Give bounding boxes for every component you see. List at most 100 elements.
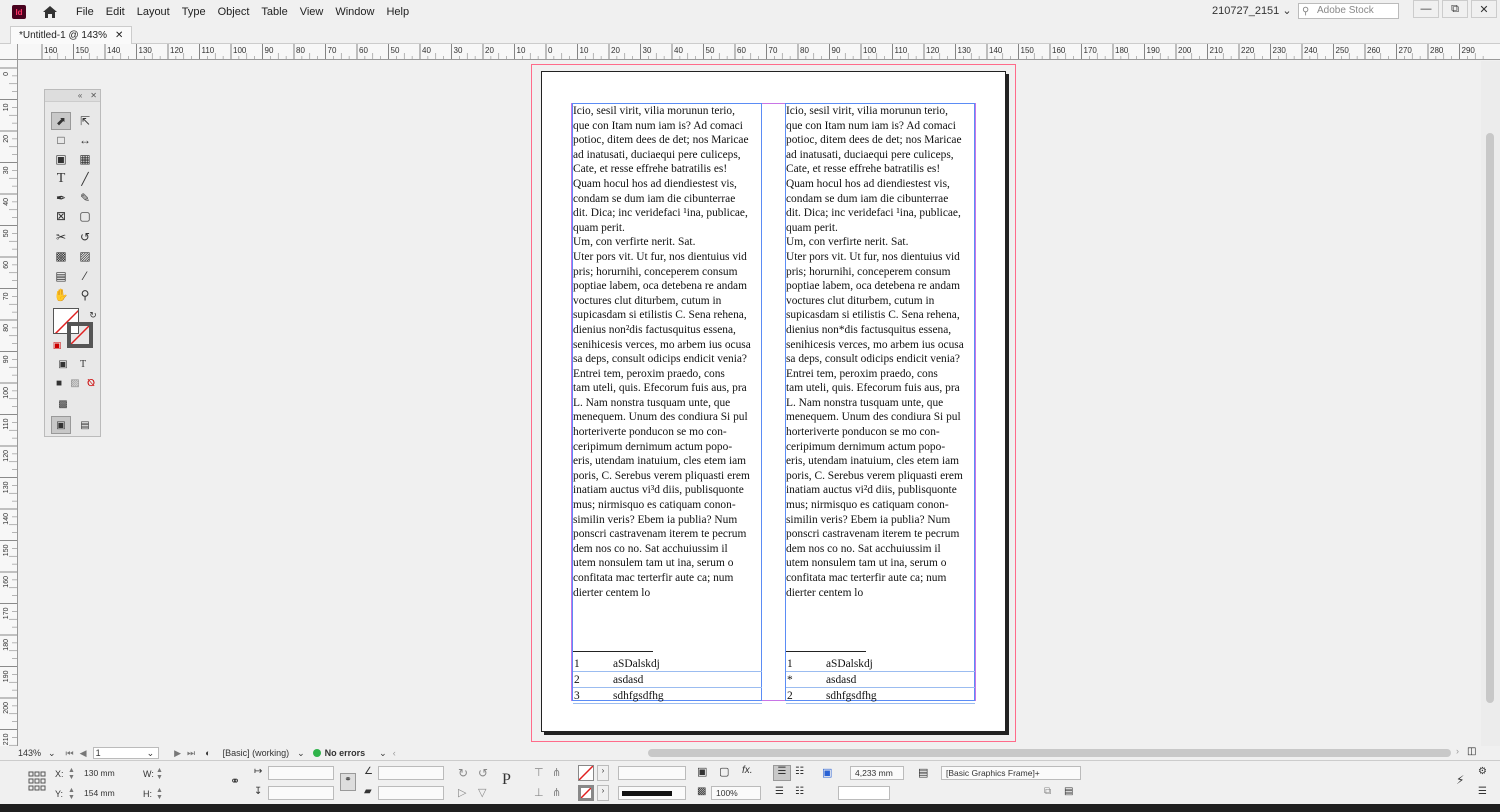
footnote-row[interactable]: 1 aSDalskdj <box>786 656 975 672</box>
gap-size-field[interactable]: 4,233 mm <box>850 766 904 780</box>
align-top-icon[interactable]: ⊤ <box>534 766 544 779</box>
preflight-profile[interactable]: [Basic] (working) <box>223 748 290 758</box>
selection-tool-icon[interactable]: ⬈ <box>51 112 71 130</box>
stroke-weight-field[interactable] <box>618 766 686 780</box>
x-stepper-icon[interactable]: ▲ ▼ <box>68 767 75 781</box>
vertical-ruler[interactable]: 0 10 20 30 40 50 60 70 80 90 100 110 120 130 140 150 160… <box>0 60 18 746</box>
gradient-feather-tool-icon[interactable]: ▨ <box>75 247 95 265</box>
collapse-panel-icon[interactable]: « <box>78 91 82 100</box>
paragraph-p-icon[interactable]: P <box>502 771 511 789</box>
text-frame-left[interactable]: Icio, sesil virit, vilia morunun terio, q… <box>572 103 762 701</box>
stroke-none-icon[interactable] <box>578 785 594 801</box>
frame-fitting-icon[interactable]: ▣ <box>697 765 707 778</box>
minimize-button[interactable]: — <box>1413 0 1439 18</box>
menu-layout[interactable]: Layout <box>137 6 170 18</box>
menu-edit[interactable]: Edit <box>106 6 125 18</box>
home-icon[interactable] <box>40 2 60 22</box>
text-frame-right[interactable]: Icio, sesil virit, vilia morunun terio, q… <box>785 103 975 701</box>
height-field[interactable]: ▲ ▼ <box>156 787 220 801</box>
x-position-field[interactable]: 130 mm <box>80 767 136 781</box>
preflight-profile-dropdown-icon[interactable]: ⌄ <box>297 748 305 759</box>
close-window-button[interactable]: ✕ <box>1471 0 1497 18</box>
menu-view[interactable]: View <box>300 6 324 18</box>
rectangle-frame-tool-icon[interactable]: ⊠ <box>51 207 71 225</box>
drop-shadow-icon[interactable]: ▢ <box>719 765 729 778</box>
ruler-origin[interactable] <box>0 44 18 60</box>
constrain-proportions-icon[interactable]: ⚭ <box>230 774 240 788</box>
formatting-text-icon[interactable]: T <box>73 355 93 373</box>
edit-frame-icon[interactable]: ▤ <box>1064 786 1073 797</box>
workspace-switcher[interactable]: 210727_2151 ⌄ <box>1212 4 1292 17</box>
y-stepper-icon[interactable]: ▲ ▼ <box>68 787 75 801</box>
adobe-stock-search[interactable]: ⚲ Adobe Stock <box>1298 3 1399 19</box>
footnote-row[interactable]: 2 asdasd <box>573 672 762 688</box>
shear-angle-icon[interactable]: ▰ <box>364 786 372 797</box>
document-tab[interactable]: *Untitled-1 @ 143% ✕ <box>10 26 133 44</box>
scale-y-field[interactable] <box>268 786 334 800</box>
rotate-angle-icon[interactable]: ∠ <box>364 766 373 777</box>
vertical-scrollbar[interactable] <box>1481 61 1500 746</box>
hand-tool-icon[interactable]: ✋ <box>51 286 71 304</box>
preflight-icon[interactable]: ◐ <box>205 748 210 758</box>
panel-menu-icon[interactable]: ☰ <box>1478 786 1487 797</box>
horizontal-scroll-thumb[interactable] <box>648 749 1451 757</box>
align-middle-icon[interactable]: ⊥ <box>534 786 544 799</box>
page-tool-icon[interactable]: □ <box>51 131 71 149</box>
panel-options-icon[interactable]: ⚙ <box>1478 766 1487 777</box>
menu-object[interactable]: Object <box>218 6 250 18</box>
clear-overrides-icon[interactable]: ⧉ <box>1044 786 1051 797</box>
scale-x-icon[interactable]: ↦ <box>254 766 262 777</box>
object-style-icon[interactable]: ▤ <box>918 766 928 779</box>
swap-fill-stroke-icon[interactable]: ↻ <box>83 306 103 324</box>
valign-justify-icon[interactable]: ☷ <box>795 786 804 797</box>
horizontal-ruler[interactable]: 160 150 140 130 120 110 100 90 80 70 60 50 40 30 20 10 0… <box>18 44 1500 60</box>
content-placer-icon[interactable]: ▦ <box>75 150 95 168</box>
split-window-icon[interactable]: ◫ <box>1467 746 1476 757</box>
zoom-tool-icon[interactable]: ⚲ <box>75 286 95 304</box>
zoom-dropdown-icon[interactable]: ⌄ <box>48 748 56 759</box>
content-collector-icon[interactable]: ▣ <box>51 150 71 168</box>
menu-help[interactable]: Help <box>386 6 409 18</box>
scroll-right-icon[interactable]: › <box>1456 746 1459 756</box>
reference-point-icon[interactable] <box>28 771 46 791</box>
pen-tool-icon[interactable]: ✒ <box>51 189 71 207</box>
scale-y-icon[interactable]: ↧ <box>254 786 262 797</box>
type-tool-icon[interactable]: T <box>51 170 71 188</box>
footnote-row[interactable]: * asdasd <box>786 672 975 688</box>
rectangle-tool-icon[interactable]: ▢ <box>75 207 95 225</box>
preflight-errors[interactable]: No errors <box>325 748 366 758</box>
shear-angle-field[interactable] <box>378 786 444 800</box>
gradient-swatch-tool-icon[interactable]: ▩ <box>51 247 71 265</box>
scissors-tool-icon[interactable]: ✂ <box>51 228 71 246</box>
distribute-icon[interactable]: ⋔ <box>552 766 561 779</box>
fill-dropdown-icon[interactable]: › <box>597 765 609 781</box>
rotate-angle-field[interactable] <box>378 766 444 780</box>
stroke-swatch-icon[interactable] <box>67 322 93 348</box>
note-tool-icon[interactable]: ▤ <box>51 267 71 285</box>
width-field[interactable]: ▲ ▼ <box>156 767 220 781</box>
valign-top-icon[interactable]: ☰ <box>775 786 784 797</box>
preview-mode-icon[interactable]: ▤ <box>75 416 95 434</box>
rotate-ccw-icon[interactable]: ↺ <box>478 766 488 780</box>
footnote-row[interactable]: 1 aSDalskdj <box>573 656 762 672</box>
stroke-type-dropdown[interactable] <box>618 786 686 800</box>
menu-type[interactable]: Type <box>182 6 206 18</box>
rotate-tool-icon[interactable]: ↺ <box>75 228 95 246</box>
menu-window[interactable]: Window <box>335 6 374 18</box>
zoom-level[interactable]: 143% <box>18 748 46 758</box>
restore-button[interactable]: ⧉ <box>1442 0 1468 18</box>
direct-selection-tool-icon[interactable]: ⇱ <box>75 112 95 130</box>
line-tool-icon[interactable]: ╱ <box>75 170 95 188</box>
y-position-field[interactable]: 154 mm <box>80 787 136 801</box>
align-center-icon[interactable]: ☷ <box>795 766 804 777</box>
scale-x-field[interactable] <box>268 766 334 780</box>
flip-vertical-icon[interactable]: ▽ <box>478 786 486 799</box>
default-fill-stroke-icon[interactable]: ▣ <box>47 336 67 354</box>
stroke-color-field[interactable] <box>838 786 890 800</box>
eyedropper-tool-icon[interactable]: ⁄ <box>75 267 95 285</box>
distribute-vertical-icon[interactable]: ⋔ <box>552 786 561 799</box>
object-style-dropdown[interactable]: [Basic Graphics Frame]+ <box>941 766 1081 780</box>
vertical-scroll-thumb[interactable] <box>1486 133 1494 703</box>
footnote-row[interactable]: 2 sdhfgsdfhg <box>786 688 975 704</box>
menu-file[interactable]: File <box>76 6 94 18</box>
